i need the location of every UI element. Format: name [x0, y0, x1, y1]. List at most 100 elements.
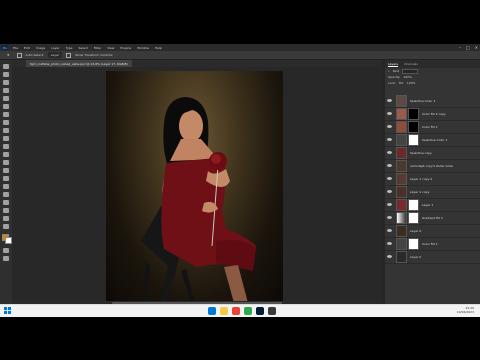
shape-tool-icon[interactable] — [3, 200, 9, 205]
app-icon[interactable] — [268, 307, 276, 315]
layer-row[interactable]: Color Fill 1 — [385, 120, 480, 134]
menu-plugins[interactable]: Plugins — [120, 46, 131, 50]
tab-channels[interactable]: Channels — [404, 62, 418, 66]
quick-select-tool-icon[interactable] — [3, 88, 9, 93]
visibility-eye-icon[interactable] — [387, 216, 392, 219]
visibility-eye-icon[interactable] — [387, 255, 392, 258]
visibility-eye-icon[interactable] — [387, 190, 392, 193]
lock-fill-row: Lock: Fill: 100% — [385, 80, 480, 86]
photoshop-logo-icon: Ps — [2, 45, 8, 50]
layer-row[interactable]: Selective copy — [385, 146, 480, 160]
move-tool-icon[interactable]: ✥ — [4, 52, 13, 58]
layer-dropdown[interactable]: Layer — [47, 52, 63, 58]
menu-file[interactable]: File — [13, 46, 18, 50]
layer-name: Color Fill 1 — [422, 124, 438, 129]
layer-row[interactable]: Layer 0 — [385, 250, 480, 264]
layer-name: Layer 1 copy 2 — [410, 176, 433, 181]
chrome-icon[interactable] — [232, 307, 240, 315]
layer-name: Selective Color 1 — [410, 98, 436, 103]
auto-select-checkbox[interactable] — [16, 52, 22, 58]
crop-tool-icon[interactable] — [3, 96, 9, 101]
history-brush-tool-icon[interactable] — [3, 136, 9, 141]
move-tool-icon[interactable] — [3, 64, 9, 69]
search-icon: ⌕ — [388, 69, 390, 73]
opacity-value[interactable]: 100% — [403, 75, 412, 79]
menu-help[interactable]: Help — [155, 46, 162, 50]
tab-layers[interactable]: Layers — [388, 62, 398, 67]
fill-value[interactable]: 100% — [407, 81, 416, 85]
hand-tool-icon[interactable] — [3, 208, 9, 213]
more-tools-icon[interactable] — [3, 224, 9, 229]
eyedropper-tool-icon[interactable] — [3, 104, 9, 109]
layer-thumbnail — [396, 94, 407, 107]
marquee-tool-icon[interactable] — [3, 72, 9, 77]
minimize-button[interactable]: – — [459, 45, 461, 50]
fill-label: Fill: — [398, 81, 404, 85]
visibility-eye-icon[interactable] — [387, 242, 392, 245]
layer-row[interactable]: remodept copy's Outer Glow — [385, 159, 480, 173]
menu-window[interactable]: Window — [137, 46, 149, 50]
layer-row[interactable]: Color Fill 1 — [385, 237, 480, 251]
layer-row[interactable]: Selective Color 1 — [385, 94, 480, 108]
screen-mode-icon[interactable] — [3, 256, 9, 261]
close-button[interactable]: ✕ — [475, 45, 478, 50]
visibility-eye-icon[interactable] — [387, 151, 392, 154]
visibility-eye-icon[interactable] — [387, 177, 392, 180]
layer-row[interactable]: Gradient Fill 1 — [385, 211, 480, 225]
menu-edit[interactable]: Edit — [24, 46, 30, 50]
photoshop-window: Ps File Edit Image Layer Type Select Fil… — [0, 44, 480, 316]
type-tool-icon[interactable] — [3, 184, 9, 189]
dodge-tool-icon[interactable] — [3, 168, 9, 173]
photo-canvas[interactable] — [106, 71, 283, 303]
visibility-eye-icon[interactable] — [387, 99, 392, 102]
kind-filter-dropdown[interactable] — [402, 68, 419, 74]
pen-tool-icon[interactable] — [3, 176, 9, 181]
lasso-tool-icon[interactable] — [3, 80, 9, 85]
menu-image[interactable]: Image — [36, 46, 45, 50]
document-tab-title: fgirl_rosflahe_photo_vahe2_vahe.psd @ 24… — [30, 61, 128, 66]
document-tab[interactable]: fgirl_rosflahe_photo_vahe2_vahe.psd @ 24… — [26, 60, 132, 67]
brush-tool-icon[interactable] — [3, 120, 9, 125]
layer-thumbnail — [396, 159, 407, 172]
healing-brush-tool-icon[interactable] — [3, 112, 9, 117]
visibility-eye-icon[interactable] — [387, 125, 392, 128]
visibility-eye-icon[interactable] — [387, 203, 392, 206]
eraser-tool-icon[interactable] — [3, 144, 9, 149]
windows-start-icon[interactable] — [4, 307, 11, 314]
gradient-tool-icon[interactable] — [3, 152, 9, 157]
layer-row[interactable]: Selective Color 1 — [385, 133, 480, 147]
menu-select[interactable]: Select — [79, 46, 88, 50]
layer-thumbnail — [396, 237, 407, 250]
path-select-tool-icon[interactable] — [3, 192, 9, 197]
layer-row[interactable]: Layer 1 copy — [385, 185, 480, 199]
blur-tool-icon[interactable] — [3, 160, 9, 165]
zoom-tool-icon[interactable] — [3, 216, 9, 221]
menu-filter[interactable]: Filter — [94, 46, 101, 50]
kind-filter[interactable]: Kind — [393, 69, 400, 73]
menu-view[interactable]: View — [107, 46, 114, 50]
app-icon[interactable] — [244, 307, 252, 315]
visibility-eye-icon[interactable] — [387, 229, 392, 232]
layer-row[interactable]: Layer 1 — [385, 198, 480, 212]
menu-layer[interactable]: Layer — [51, 46, 59, 50]
canvas-area[interactable] — [12, 67, 382, 306]
background-color-swatch[interactable] — [5, 237, 12, 244]
visibility-eye-icon[interactable] — [387, 112, 392, 115]
layer-row[interactable]: Layer 1 copy 2 — [385, 172, 480, 186]
chair-leg — [142, 261, 150, 303]
maximize-button[interactable]: □ — [466, 45, 470, 50]
visibility-eye-icon[interactable] — [387, 138, 392, 141]
transform-controls-checkbox[interactable] — [66, 52, 72, 58]
visibility-eye-icon[interactable] — [387, 164, 392, 167]
layer-row[interactable]: Layer 0 — [385, 224, 480, 238]
file-explorer-icon[interactable] — [220, 307, 228, 315]
photoshop-taskbar-icon[interactable] — [256, 307, 264, 315]
system-clock[interactable]: 15:20 10/06/2023 — [457, 306, 474, 314]
start-menu-icon[interactable] — [208, 307, 216, 315]
layer-row[interactable]: Color Fill 2 copy — [385, 107, 480, 121]
menu-type[interactable]: Type — [66, 46, 73, 50]
quick-mask-icon[interactable] — [3, 248, 9, 253]
document-tab-bar: fgirl_rosflahe_photo_vahe2_vahe.psd @ 24… — [12, 60, 382, 67]
layers-panel-tabs: Layers Channels — [385, 60, 480, 68]
clone-stamp-tool-icon[interactable] — [3, 128, 9, 133]
